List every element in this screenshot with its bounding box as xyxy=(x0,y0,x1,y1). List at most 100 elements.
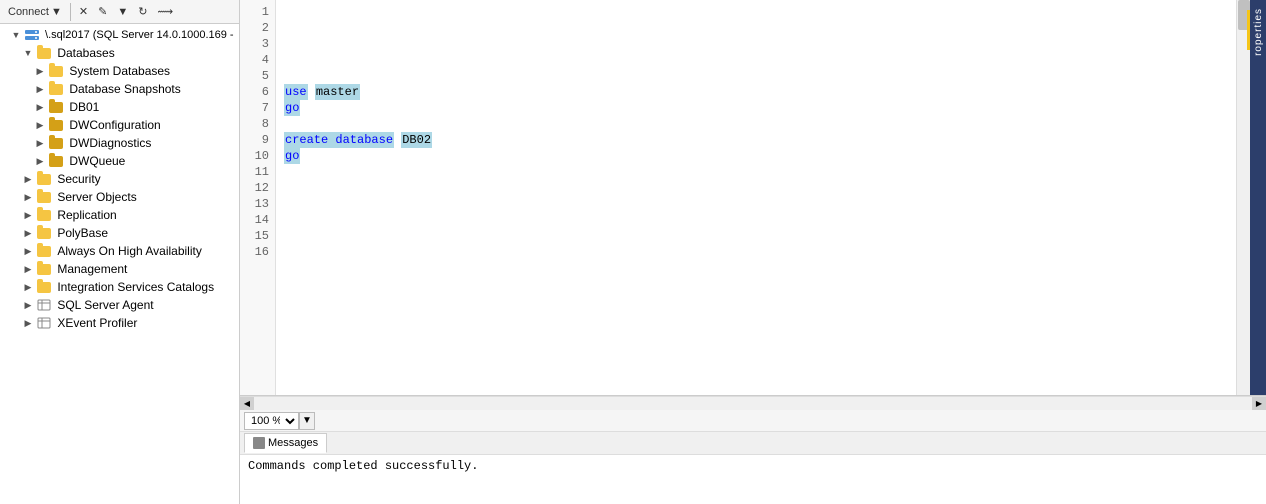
code-line-8 xyxy=(284,116,1228,132)
expander-replication[interactable]: ▶ xyxy=(20,207,36,223)
zoom-bar: 100 % 50 % 75 % 125 % 150 % 200 % ▼ xyxy=(240,410,1266,432)
expander-xevent[interactable]: ▶ xyxy=(20,315,36,331)
code-line-6: use master xyxy=(284,84,1228,100)
server-label: \.sql2017 (SQL Server 14.0.1000.169 - xyxy=(42,29,234,41)
master-db: master xyxy=(315,84,360,100)
tree-security[interactable]: ▶ Security xyxy=(0,170,239,188)
expander-system-databases[interactable]: ▶ xyxy=(32,63,48,79)
code-line-12 xyxy=(284,180,1228,196)
expander-server-objects[interactable]: ▶ xyxy=(20,189,36,205)
separator-1 xyxy=(70,3,71,21)
tree-integration-services[interactable]: ▶ Integration Services Catalogs xyxy=(0,278,239,296)
create-keyword: create database xyxy=(284,132,394,148)
tree-dwconfiguration[interactable]: ▶ DWConfiguration xyxy=(0,116,239,134)
always-on-icon xyxy=(36,243,52,259)
integration-services-icon xyxy=(36,279,52,295)
messages-tab-label: Messages xyxy=(268,437,318,449)
zoom-select[interactable]: 100 % 50 % 75 % 125 % 150 % 200 % xyxy=(244,412,299,430)
refresh-button[interactable]: ↻ xyxy=(134,3,151,20)
tab-messages[interactable]: Messages xyxy=(244,433,327,453)
expander-db01[interactable]: ▶ xyxy=(32,99,48,115)
management-label: Management xyxy=(54,262,127,276)
db01-icon xyxy=(48,99,64,115)
zoom-dropdown-btn[interactable]: ▼ xyxy=(299,412,315,430)
code-line-5 xyxy=(284,68,1228,84)
connect-label: Connect xyxy=(8,6,49,18)
expander-db-snapshots[interactable]: ▶ xyxy=(32,81,48,97)
code-line-9: create database DB02 xyxy=(284,132,1228,148)
code-line-7: go xyxy=(284,100,1228,116)
code-line-4 xyxy=(284,52,1228,68)
dwdiagnostics-icon xyxy=(48,135,64,151)
go-keyword-2: go xyxy=(284,148,300,164)
expander-databases[interactable]: ▼ xyxy=(20,45,36,61)
editor-vscrollbar[interactable] xyxy=(1236,0,1250,395)
connect-button[interactable]: Connect ▼ xyxy=(4,4,66,20)
expander-always-on[interactable]: ▶ xyxy=(20,243,36,259)
sql-agent-label: SQL Server Agent xyxy=(54,298,154,312)
new-query-button[interactable]: ✎ xyxy=(94,3,111,20)
db-snapshots-icon xyxy=(48,81,64,97)
code-line-3 xyxy=(284,36,1228,52)
tree-polybase[interactable]: ▶ PolyBase xyxy=(0,224,239,242)
code-line-15 xyxy=(284,228,1228,244)
db01-label: DB01 xyxy=(66,100,99,114)
hscrollbar-track xyxy=(254,397,1252,411)
messages-text: Commands completed successfully. xyxy=(248,459,478,473)
go-keyword-1: go xyxy=(284,100,300,116)
tree-dwdiagnostics[interactable]: ▶ DWDiagnostics xyxy=(0,134,239,152)
server-objects-label: Server Objects xyxy=(54,190,137,204)
hscrollbar-right-arrow[interactable]: ▶ xyxy=(1252,397,1266,411)
tree-management[interactable]: ▶ Management xyxy=(0,260,239,278)
editor-area: 1 2 3 4 5 6 7 8 9 10 11 12 13 14 15 16 xyxy=(240,0,1266,395)
right-panel: 1 2 3 4 5 6 7 8 9 10 11 12 13 14 15 16 xyxy=(240,0,1266,504)
management-icon xyxy=(36,261,52,277)
tree-xevent[interactable]: ▶ XEvent Profiler xyxy=(0,314,239,332)
tree-replication[interactable]: ▶ Replication xyxy=(0,206,239,224)
expander-sql-agent[interactable]: ▶ xyxy=(20,297,36,313)
expander-security[interactable]: ▶ xyxy=(20,171,36,187)
always-on-label: Always On High Availability xyxy=(54,244,202,258)
expander-server[interactable]: ▼ xyxy=(8,27,24,43)
line-numbers: 1 2 3 4 5 6 7 8 9 10 11 12 13 14 15 16 xyxy=(240,0,276,395)
editor-content[interactable]: use master go create database DB02 go xyxy=(276,0,1236,395)
use-keyword: use xyxy=(284,84,308,100)
editor-hscrollbar[interactable]: ◀ ▶ xyxy=(240,396,1266,410)
tree-dwqueue[interactable]: ▶ DWQueue xyxy=(0,152,239,170)
tree-server[interactable]: ▼ \.sql2017 (SQL Server 14.0.1000.169 - xyxy=(0,26,239,44)
tree-sql-agent[interactable]: ▶ SQL Server Agent xyxy=(0,296,239,314)
tree-always-on[interactable]: ▶ Always On High Availability xyxy=(0,242,239,260)
system-databases-label: System Databases xyxy=(66,64,170,78)
stop-button[interactable]: ⟿ xyxy=(153,3,177,20)
tree-db-snapshots[interactable]: ▶ Database Snapshots xyxy=(0,80,239,98)
xevent-icon xyxy=(36,315,52,331)
db02-name: DB02 xyxy=(401,132,432,148)
code-line-13 xyxy=(284,196,1228,212)
dwqueue-icon xyxy=(48,153,64,169)
dwdiagnostics-label: DWDiagnostics xyxy=(66,136,151,150)
tree-system-databases[interactable]: ▶ System Databases xyxy=(0,62,239,80)
db-snapshots-label: Database Snapshots xyxy=(66,82,181,96)
security-label: Security xyxy=(54,172,101,186)
replication-icon xyxy=(36,207,52,223)
expander-integration-services[interactable]: ▶ xyxy=(20,279,36,295)
properties-sidebar[interactable]: roperties xyxy=(1250,0,1266,395)
messages-panel: Commands completed successfully. xyxy=(240,454,1266,504)
expander-polybase[interactable]: ▶ xyxy=(20,225,36,241)
sql-agent-icon xyxy=(36,297,52,313)
server-objects-icon xyxy=(36,189,52,205)
expander-dwconfiguration[interactable]: ▶ xyxy=(32,117,48,133)
dwconfiguration-label: DWConfiguration xyxy=(66,118,161,132)
expander-management[interactable]: ▶ xyxy=(20,261,36,277)
filter-button[interactable]: ▼ xyxy=(113,4,132,20)
polybase-icon xyxy=(36,225,52,241)
expander-dwdiagnostics[interactable]: ▶ xyxy=(32,135,48,151)
disconnect-button[interactable]: ✕ xyxy=(75,3,92,20)
tabs-bar: Messages xyxy=(240,432,1266,454)
tree-databases[interactable]: ▼ Databases xyxy=(0,44,239,62)
polybase-label: PolyBase xyxy=(54,226,108,240)
tree-db01[interactable]: ▶ DB01 xyxy=(0,98,239,116)
hscrollbar-left-arrow[interactable]: ◀ xyxy=(240,397,254,411)
tree-server-objects[interactable]: ▶ Server Objects xyxy=(0,188,239,206)
expander-dwqueue[interactable]: ▶ xyxy=(32,153,48,169)
